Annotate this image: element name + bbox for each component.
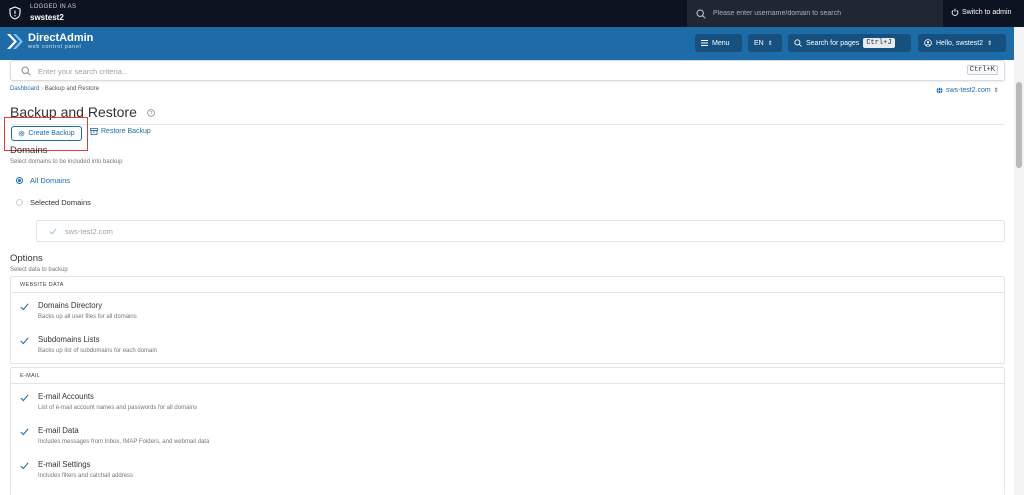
globe-icon	[936, 87, 943, 94]
user-circle-icon	[924, 39, 932, 47]
search-icon	[21, 66, 31, 76]
domain-selector-label: sws-test2.com	[946, 87, 991, 94]
menu-label: Menu	[712, 39, 730, 47]
domains-section-title: Domains	[10, 145, 48, 156]
switch-to-admin-label: Switch to admin	[962, 8, 1012, 16]
page-search-shortcut: Ctrl+J	[863, 38, 895, 48]
option-group-heading: E-MAIL	[11, 368, 1004, 384]
check-icon[interactable]	[20, 462, 29, 470]
directadmin-logo-icon	[7, 34, 23, 49]
breadcrumb-current: Backup and Restore	[44, 86, 100, 92]
user-search-input[interactable]	[713, 6, 933, 21]
check-icon	[49, 228, 57, 235]
options-section-title: Options	[10, 253, 43, 264]
check-icon[interactable]	[20, 337, 29, 345]
page-scrollbar[interactable]	[1014, 27, 1024, 495]
user-search-box[interactable]	[687, 0, 943, 27]
chevron-updown-icon: ⇕	[987, 40, 993, 47]
option-group-heading: WEBSITE DATA	[11, 277, 1004, 293]
brand-name: DirectAdmin	[28, 32, 94, 44]
switch-to-admin-button[interactable]: Switch to admin	[951, 8, 1011, 16]
scrollbar-thumb[interactable]	[1016, 82, 1022, 168]
radio-selected-domains-label: Selected Domains	[30, 198, 91, 207]
breadcrumb: Dashboard › Backup and Restore	[10, 86, 99, 92]
option-name: E-mail Data	[38, 426, 79, 435]
option-name: E-mail Settings	[38, 460, 91, 469]
help-circle-icon[interactable]: ?	[147, 109, 155, 117]
option-description: Backs up list of subdomains for each dom…	[38, 348, 158, 354]
logged-in-label: LOGGED IN AS	[30, 4, 77, 10]
top-bar: LOGGED IN AS swstest2 Switch to admin	[0, 0, 1024, 27]
option-group-email: E-MAIL E-mail Accounts List of e-mail ac…	[10, 367, 1005, 495]
domain-selector[interactable]: sws-test2.com ⇕	[936, 87, 999, 94]
radio-all-domains[interactable]: All Domains	[16, 176, 70, 185]
radio-all-domains-label: All Domains	[30, 176, 71, 185]
shield-icon	[9, 6, 21, 20]
power-icon	[951, 8, 959, 16]
language-label: EN	[754, 39, 764, 47]
user-greeting: Hello, swstest2	[936, 39, 984, 47]
chevron-updown-icon: ⇕	[767, 40, 773, 47]
option-description: Includes filters and catchall address	[38, 473, 134, 479]
archive-icon	[90, 128, 98, 135]
options-section-subtitle: Select data to backup	[10, 267, 68, 273]
menu-button[interactable]: Menu	[695, 34, 742, 52]
radio-indicator-unchecked[interactable]	[16, 199, 23, 206]
search-icon	[794, 39, 802, 47]
radio-indicator-checked[interactable]	[16, 177, 23, 184]
app-header: DirectAdmin web control panel Menu EN ⇕ …	[0, 27, 1024, 60]
brand-tagline: web control panel	[28, 44, 82, 50]
check-icon[interactable]	[20, 303, 29, 311]
page-search-label: Search for pages	[806, 39, 860, 47]
criteria-search-shortcut: Ctrl+K	[966, 65, 998, 75]
page-search-button[interactable]: Search for pages Ctrl+J	[788, 34, 911, 52]
domain-list-item[interactable]: sws-test2.com	[36, 220, 1005, 242]
user-menu-button[interactable]: Hello, swstest2 ⇕	[918, 34, 1006, 52]
logged-in-username: swstest2	[30, 13, 64, 22]
option-group-website-data: WEBSITE DATA Domains Directory Backs up …	[10, 276, 1005, 364]
option-description: List of e-mail account names and passwor…	[38, 405, 198, 411]
option-name: E-mail Accounts	[38, 392, 94, 401]
brand-logo[interactable]: DirectAdmin web control panel	[5, 32, 93, 51]
search-icon	[696, 9, 706, 19]
restore-backup-label: Restore Backup	[101, 128, 151, 135]
title-divider	[10, 124, 1005, 125]
option-description: Backs up all user files for all domains	[38, 314, 137, 320]
option-name: Subdomains Lists	[38, 335, 100, 344]
svg-text:?: ?	[150, 111, 153, 117]
criteria-search-bar[interactable]: Ctrl+K	[10, 60, 1005, 81]
check-icon[interactable]	[20, 428, 29, 436]
breadcrumb-dashboard-link[interactable]: Dashboard	[10, 86, 39, 92]
check-icon[interactable]	[20, 394, 29, 402]
criteria-search-input[interactable]	[38, 64, 938, 78]
language-select[interactable]: EN ⇕	[748, 34, 782, 52]
option-description: Includes messages from Inbox, IMAP Folde…	[38, 439, 210, 445]
chevron-updown-icon: ⇕	[993, 88, 999, 94]
hamburger-icon	[701, 40, 708, 46]
domain-list-item-label: sws-test2.com	[65, 227, 113, 236]
option-name: Domains Directory	[38, 301, 103, 310]
restore-backup-button[interactable]: Restore Backup	[90, 128, 151, 135]
domains-section-subtitle: Select domains to be included into backu…	[10, 159, 123, 165]
radio-selected-domains[interactable]: Selected Domains	[16, 198, 91, 207]
